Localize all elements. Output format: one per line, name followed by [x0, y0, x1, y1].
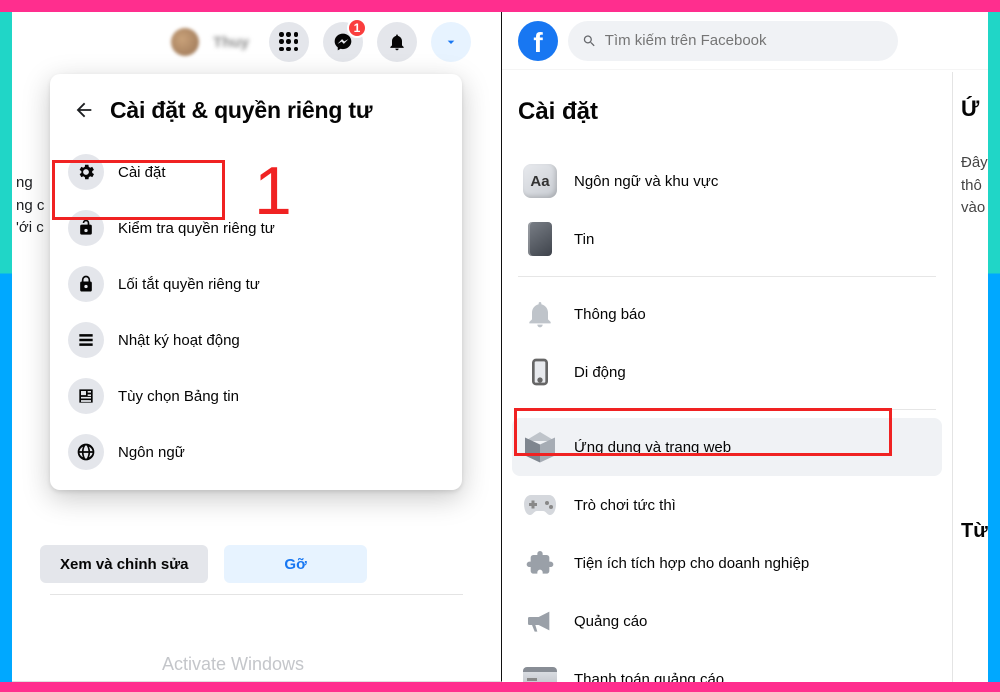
newsfeed-icon	[76, 386, 96, 406]
story-icon	[522, 221, 558, 257]
account-menu-button[interactable]	[431, 22, 471, 62]
decorative-bottom-strip	[0, 682, 1000, 692]
dropdown-item-label: Kiểm tra quyền riêng tư	[118, 220, 275, 237]
settings-item-ad-payments[interactable]: Thanh toán quảng cáo	[512, 650, 942, 682]
megaphone-icon	[522, 603, 558, 639]
cube-icon	[522, 429, 558, 465]
settings-title: Cài đặt	[518, 98, 598, 126]
view-edit-button[interactable]: Xem và chỉnh sửa	[40, 545, 208, 583]
avatar[interactable]	[171, 28, 199, 56]
activate-windows-watermark: Activate Windows	[162, 654, 304, 675]
card-icon	[522, 661, 558, 682]
bell-icon	[387, 32, 407, 52]
search-bar[interactable]	[568, 21, 898, 61]
settings-list: Aa Ngôn ngữ và khu vực Tin Thông báo Di …	[512, 152, 942, 682]
settings-item-label: Ứng dụng và trang web	[574, 439, 731, 456]
dropdown-item-label: Cài đặt	[118, 164, 166, 181]
search-icon	[582, 33, 597, 49]
settings-item-label: Tiện ích tích hợp cho doanh nghiệp	[574, 555, 809, 572]
decorative-top-strip	[0, 0, 1000, 12]
unlock-icon	[76, 218, 96, 238]
settings-item-label: Trò chơi tức thì	[574, 497, 676, 514]
grid-icon	[279, 32, 299, 52]
lock-icon	[76, 274, 96, 294]
right-panel: f Cài đặt Aa Ngôn ngữ và khu vực Tin Thô…	[502, 12, 988, 682]
settings-item-instant-games[interactable]: Trò chơi tức thì	[512, 476, 942, 534]
globe-icon	[76, 442, 96, 462]
f-glyph: f	[533, 29, 542, 57]
separator	[518, 276, 936, 277]
step-1-label: 1	[254, 152, 292, 230]
avatar-name: Thuy	[213, 34, 249, 51]
dropdown-item-privacy-shortcuts[interactable]: Lối tắt quyền riêng tư	[60, 256, 452, 312]
menu-grid-button[interactable]	[269, 22, 309, 62]
settings-item-apps-websites[interactable]: Ứng dụng và trang web	[512, 418, 942, 476]
settings-item-stories[interactable]: Tin	[512, 210, 942, 268]
phone-icon	[522, 354, 558, 390]
settings-item-label: Tin	[574, 231, 594, 248]
dropdown-item-activity-log[interactable]: Nhật ký hoạt động	[60, 312, 452, 368]
settings-item-label: Thông báo	[574, 306, 646, 323]
settings-dropdown: Cài đặt & quyền riêng tư Cài đặt Kiểm tr…	[50, 74, 462, 490]
settings-item-label: Quảng cáo	[574, 613, 647, 630]
remove-button[interactable]: Gỡ	[224, 545, 366, 583]
left-edge-peek: ng ng c 'ới c	[12, 172, 48, 240]
settings-item-notifications[interactable]: Thông báo	[512, 285, 942, 343]
messenger-badge: 1	[347, 18, 367, 38]
settings-item-label: Thanh toán quảng cáo	[574, 671, 724, 683]
controller-icon	[522, 487, 558, 523]
dropdown-item-language[interactable]: Ngôn ngữ	[60, 424, 452, 480]
card-actions: Xem và chỉnh sửa Gỡ	[40, 545, 367, 583]
right-edge-peek: Ứ Đây thô vào Từ	[952, 72, 988, 682]
bell-icon	[522, 296, 558, 332]
back-button[interactable]	[68, 94, 100, 126]
settings-item-business-integrations[interactable]: Tiện ích tích hợp cho doanh nghiệp	[512, 534, 942, 592]
settings-item-ads[interactable]: Quảng cáo	[512, 592, 942, 650]
fb-topbar-left: Thuy 1	[12, 12, 501, 72]
caret-down-icon	[443, 34, 459, 50]
facebook-logo[interactable]: f	[518, 21, 558, 61]
aa-icon: Aa	[522, 163, 558, 199]
separator	[50, 594, 463, 595]
canvas: Thuy 1 ng ng c 'ới c	[12, 12, 988, 682]
arrow-left-icon	[73, 99, 95, 121]
search-input[interactable]	[605, 32, 884, 49]
notifications-button[interactable]	[377, 22, 417, 62]
dropdown-item-label: Tùy chọn Bảng tin	[118, 388, 239, 405]
settings-item-mobile[interactable]: Di động	[512, 343, 942, 401]
list-icon	[76, 330, 96, 350]
dropdown-item-label: Ngôn ngữ	[118, 444, 185, 461]
settings-item-label: Ngôn ngữ và khu vực	[574, 173, 718, 190]
puzzle-icon	[522, 545, 558, 581]
dropdown-header: Cài đặt & quyền riêng tư	[60, 88, 452, 144]
dropdown-title: Cài đặt & quyền riêng tư	[110, 97, 372, 124]
separator	[518, 409, 936, 410]
settings-item-language-region[interactable]: Aa Ngôn ngữ và khu vực	[512, 152, 942, 210]
dropdown-item-label: Nhật ký hoạt động	[118, 332, 240, 349]
fb-topbar-right: f	[502, 12, 988, 70]
dropdown-item-newsfeed-prefs[interactable]: Tùy chọn Bảng tin	[60, 368, 452, 424]
left-panel: Thuy 1 ng ng c 'ới c	[12, 12, 502, 682]
gear-icon	[76, 162, 96, 182]
settings-item-label: Di động	[574, 364, 626, 381]
messenger-button[interactable]: 1	[323, 22, 363, 62]
dropdown-item-label: Lối tắt quyền riêng tư	[118, 276, 260, 293]
